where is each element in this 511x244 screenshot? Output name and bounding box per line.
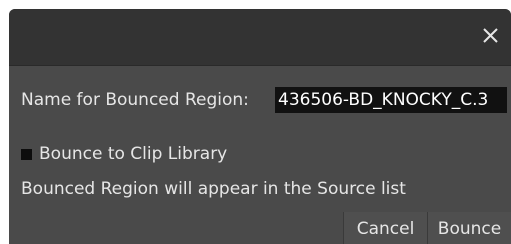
bounce-dialog: Name for Bounced Region: 436506-BD_KNOCK… (9, 9, 511, 244)
info-text: Bounced Region will appear in the Source… (21, 179, 406, 199)
close-icon[interactable] (482, 27, 499, 44)
dialog-titlebar (9, 9, 511, 66)
name-label: Name for Bounced Region: (21, 90, 249, 110)
checkbox-label: Bounce to Clip Library (39, 144, 228, 164)
bounce-button[interactable]: Bounce (427, 212, 511, 244)
dialog-content: Name for Bounced Region: 436506-BD_KNOCK… (9, 66, 511, 244)
bounce-to-clip-library-option[interactable]: Bounce to Clip Library (21, 142, 227, 166)
clip-library-checkbox[interactable] (21, 148, 32, 160)
region-name-input[interactable]: 436506-BD_KNOCKY_C.3 (275, 87, 507, 113)
cancel-button[interactable]: Cancel (343, 212, 427, 244)
